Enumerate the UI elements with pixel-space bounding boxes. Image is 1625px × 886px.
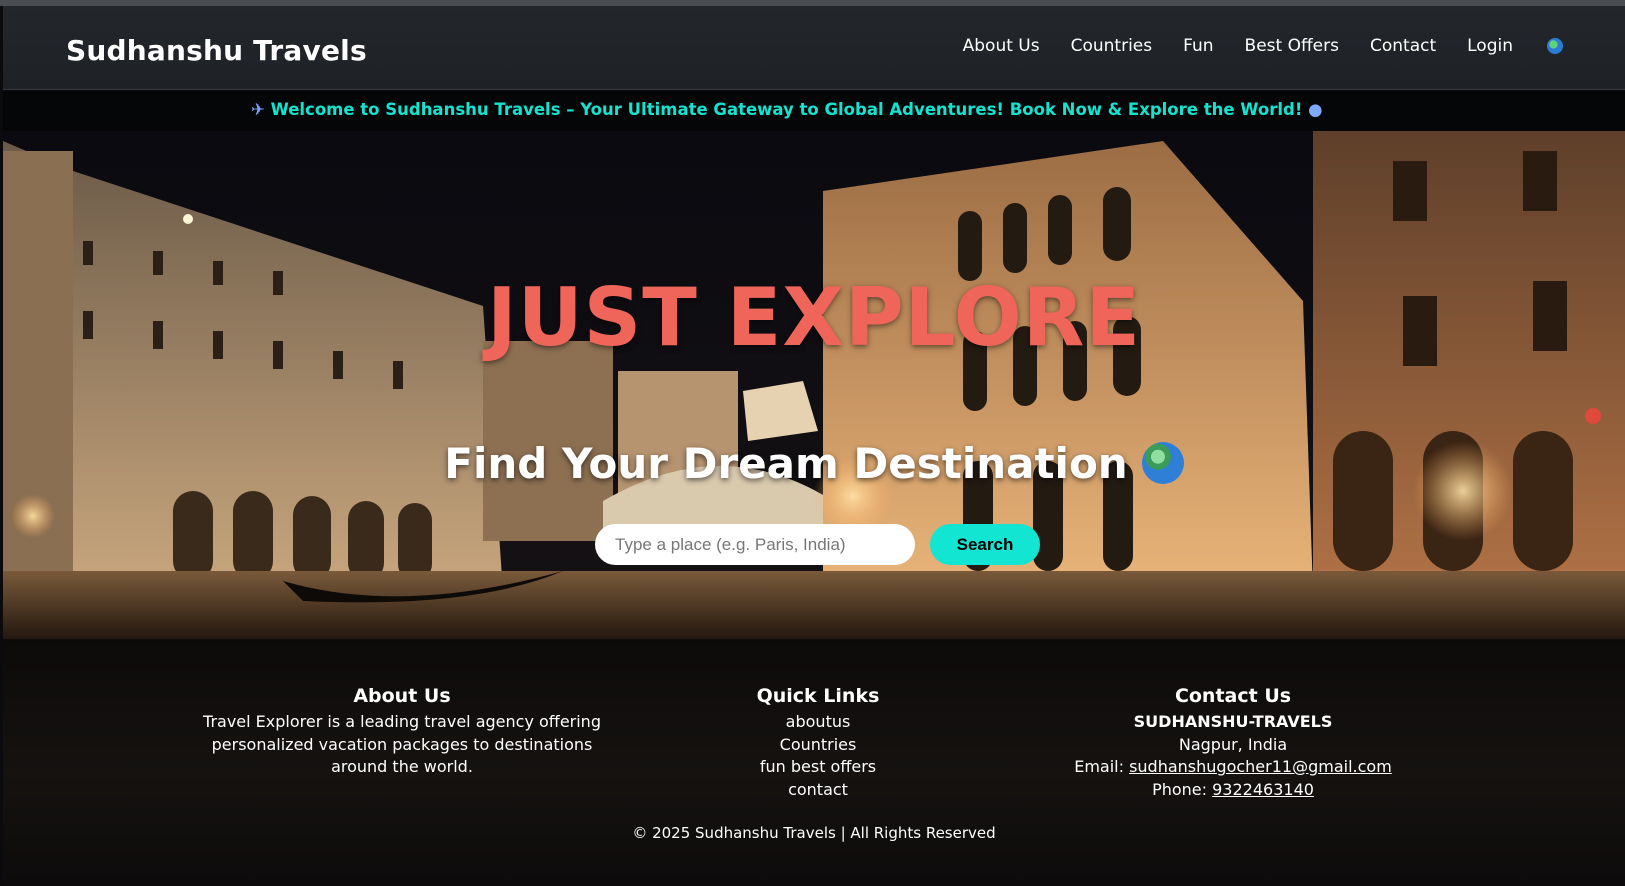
- marquee-message: Welcome to Sudhanshu Travels – Your Ulti…: [270, 100, 1303, 119]
- footer-contact-heading: Contact Us: [1174, 685, 1292, 707]
- footer-link-aboutus[interactable]: aboutus: [703, 711, 933, 734]
- footer-link-contact[interactable]: contact: [703, 779, 933, 802]
- site-footer: About Us Travel Explorer is a leading tr…: [3, 639, 1625, 886]
- footer-about: About Us Travel Explorer is a leading tr…: [186, 685, 618, 779]
- footer-email-label: Email:: [1074, 757, 1124, 776]
- footer-quick-links: Quick Links aboutus Countries fun best o…: [703, 685, 933, 801]
- brand-logo-text[interactable]: Sudhanshu Travels: [66, 34, 367, 67]
- hero-title: JUST EXPLORE: [486, 271, 1142, 364]
- footer-about-text: Travel Explorer is a leading travel agen…: [203, 712, 601, 776]
- marquee-text-row: ✈ Welcome to Sudhanshu Travels – Your Ul…: [251, 100, 1323, 119]
- navbar: Sudhanshu Travels About Us Countries Fun…: [3, 6, 1625, 90]
- footer-copyright: © 2025 Sudhanshu Travels | All Rights Re…: [632, 824, 996, 842]
- footer-email-row: Email: sudhanshugocher11@gmail.com: [1043, 756, 1423, 779]
- hero-section: JUST EXPLORE Find Your Dream Destination…: [3, 131, 1625, 639]
- footer-location: Nagpur, India: [1178, 734, 1288, 754]
- footer-phone-row: Phone: 9322463140: [1043, 779, 1423, 802]
- main-nav: About Us Countries Fun Best Offers Conta…: [932, 36, 1563, 56]
- globe-icon[interactable]: [1547, 38, 1563, 54]
- earth-globe-icon: [1141, 442, 1184, 484]
- footer-contact: Contact Us SUDHANSHU-TRAVELS Nagpur, Ind…: [1043, 685, 1423, 801]
- nav-countries[interactable]: Countries: [1071, 36, 1153, 56]
- nav-fun[interactable]: Fun: [1183, 36, 1213, 56]
- airplane-icon: ✈: [251, 100, 265, 119]
- footer-email-link[interactable]: sudhanshugocher11@gmail.com: [1129, 757, 1392, 776]
- footer-link-fun-best-offers[interactable]: fun best offers: [703, 756, 933, 779]
- footer-quick-links-heading: Quick Links: [756, 685, 880, 707]
- nav-login[interactable]: Login: [1467, 36, 1513, 56]
- footer-company-name: SUDHANSHU-TRAVELS: [1133, 712, 1333, 731]
- hero-subtitle: Find Your Dream Destination: [3, 439, 1625, 488]
- nav-contact[interactable]: Contact: [1370, 36, 1436, 56]
- hero-subtitle-text: Find Your Dream Destination: [444, 439, 1128, 488]
- footer-phone-label: Phone:: [1152, 779, 1208, 799]
- nav-best-offers[interactable]: Best Offers: [1245, 36, 1339, 56]
- footer-about-heading: About Us: [353, 685, 451, 707]
- globe-icon: ●: [1308, 100, 1323, 119]
- page: Sudhanshu Travels About Us Countries Fun…: [3, 0, 1625, 886]
- destination-search: Search: [595, 524, 1040, 565]
- footer-phone-link[interactable]: 9322463140: [1212, 780, 1314, 799]
- footer-link-countries[interactable]: Countries: [703, 734, 933, 757]
- destination-search-input[interactable]: [595, 524, 915, 565]
- welcome-marquee: ✈ Welcome to Sudhanshu Travels – Your Ul…: [3, 91, 1625, 131]
- nav-about-us[interactable]: About Us: [963, 36, 1040, 56]
- search-button[interactable]: Search: [930, 524, 1040, 565]
